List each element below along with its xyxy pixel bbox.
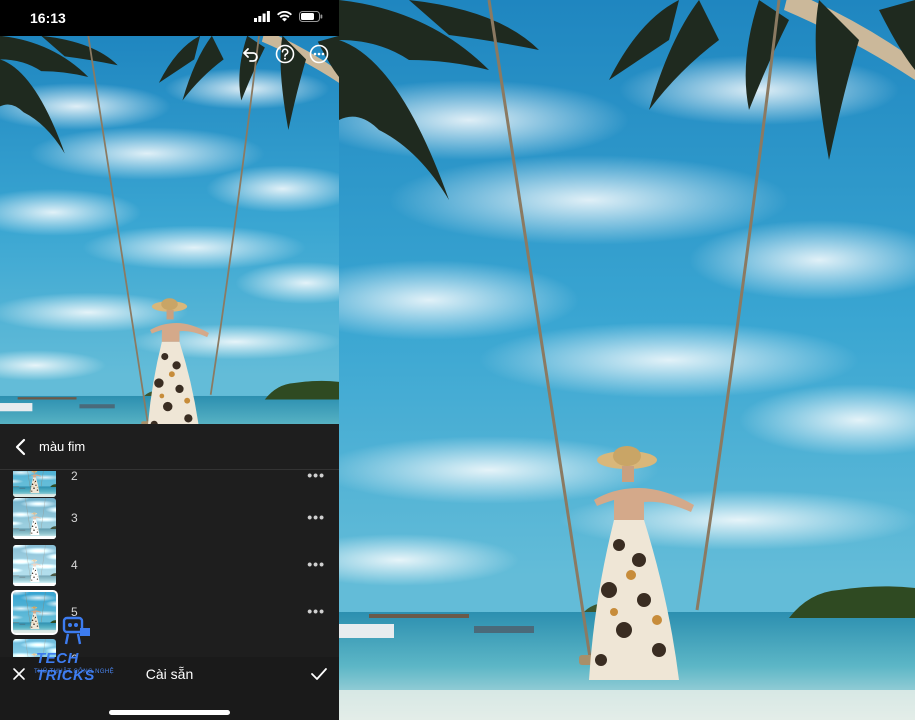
confirm-button[interactable] — [310, 666, 328, 682]
undo-button[interactable] — [239, 42, 263, 66]
result-photo — [339, 0, 915, 720]
preset-name: 2 — [71, 471, 78, 483]
preset-group-title: màu fim — [39, 439, 86, 454]
preset-more-button[interactable]: ••• — [307, 509, 325, 525]
status-icons — [254, 11, 323, 22]
home-indicator[interactable] — [109, 710, 230, 715]
more-icon — [309, 44, 329, 64]
watermark-logo: TECH TRICKS THỦ THUẬT CÔNG NGHỆ — [32, 612, 124, 684]
preset-thumbnail — [13, 471, 56, 497]
back-button[interactable] — [10, 436, 32, 458]
more-options-button[interactable] — [307, 42, 331, 66]
battery-icon — [299, 11, 323, 22]
watermark-brand: TECH TRICKS — [36, 650, 95, 684]
edited-photo-preview[interactable] — [0, 36, 339, 424]
back-chevron-icon — [15, 438, 26, 456]
phone-screen: 16:13 màu fim 2 ••• 3 ••• 4 ••• 5 ••• Cà… — [0, 0, 339, 720]
preset-more-button[interactable]: ••• — [307, 471, 325, 483]
checkmark-icon — [311, 668, 327, 680]
preset-row[interactable]: 3 ••• — [0, 495, 339, 542]
preset-thumbnail — [13, 498, 56, 539]
preset-more-button[interactable]: ••• — [307, 556, 325, 572]
preset-row[interactable]: 4 ••• — [0, 542, 339, 589]
wifi-icon — [277, 11, 292, 22]
preset-name: 4 — [71, 558, 78, 572]
undo-icon — [243, 48, 258, 62]
preset-group-header: màu fim — [0, 424, 339, 470]
help-icon — [275, 44, 295, 64]
preset-thumbnail — [13, 545, 56, 586]
status-time: 16:13 — [30, 10, 66, 26]
photo-toolbar — [239, 42, 331, 66]
status-bar: 16:13 — [0, 0, 339, 36]
preset-name: 3 — [71, 511, 78, 525]
signal-icon — [254, 11, 270, 22]
help-button[interactable] — [273, 42, 297, 66]
tech-tricks-logo-icon — [62, 616, 90, 645]
watermark-tagline: THỦ THUẬT CÔNG NGHỆ — [34, 669, 115, 675]
preset-more-button[interactable]: ••• — [307, 603, 325, 619]
